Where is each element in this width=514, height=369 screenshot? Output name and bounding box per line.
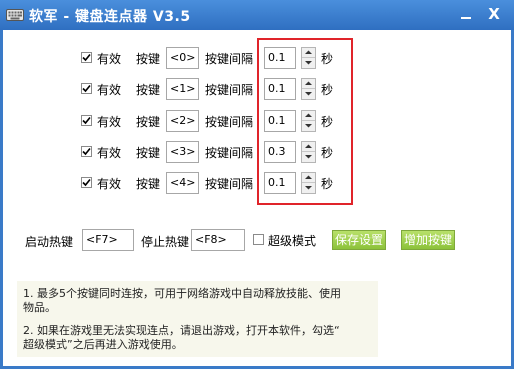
enabled-label: 有效 — [97, 177, 122, 191]
interval-label: 按键间隔 — [205, 83, 254, 97]
add-key-button[interactable]: 增加按键 — [401, 230, 455, 250]
arrow-up-icon — [305, 113, 312, 117]
arrow-down-icon — [305, 92, 312, 96]
key-field[interactable]: <3> — [166, 141, 199, 163]
interval-spinner[interactable] — [301, 172, 316, 194]
interval-field[interactable]: 0.1 — [264, 110, 296, 132]
check-icon — [82, 147, 91, 156]
enabled-checkbox[interactable] — [81, 177, 92, 188]
key-field[interactable]: <0> — [166, 47, 199, 69]
stop-hotkey-field[interactable]: <F8> — [191, 229, 245, 251]
interval-field[interactable]: 0.1 — [264, 172, 296, 194]
info-line-2: 物品。 — [23, 301, 56, 314]
arrow-down-icon — [305, 155, 312, 159]
minimize-icon — [461, 17, 471, 19]
info-panel: 1. 最多5个按键同时连按，可用于网络游戏中自动释放技能、使用 物品。 2. 如… — [17, 281, 378, 357]
arrow-down-icon — [305, 124, 312, 128]
spinner-down-button[interactable] — [302, 152, 315, 162]
arrow-up-icon — [305, 81, 312, 85]
interval-unit: 秒 — [321, 52, 334, 66]
interval-spinner[interactable] — [301, 141, 316, 163]
start-hotkey-label: 启动热键 — [25, 235, 74, 249]
key-field[interactable]: <1> — [166, 78, 199, 100]
info-line-4: 超级模式”之后再进入游戏使用。 — [23, 338, 183, 351]
enabled-checkbox[interactable] — [81, 83, 92, 94]
stop-hotkey-label: 停止热键 — [141, 235, 190, 249]
keyboard-icon — [6, 7, 24, 22]
spinner-down-button[interactable] — [302, 89, 315, 99]
super-mode-checkbox[interactable] — [253, 234, 264, 245]
interval-spinner[interactable] — [301, 78, 316, 100]
spinner-down-button[interactable] — [302, 58, 315, 68]
enabled-checkbox[interactable] — [81, 52, 92, 63]
minimize-button[interactable] — [456, 5, 476, 23]
interval-label: 按键间隔 — [205, 115, 254, 129]
arrow-up-icon — [305, 50, 312, 54]
close-button[interactable]: X — [484, 5, 504, 23]
enabled-label: 有效 — [97, 83, 122, 97]
app-window: 软军 - 键盘连点器 V3.5 X 有效 按键 <0> 按键间隔 0.1 秒有效 按键 <1>… — [0, 0, 514, 369]
interval-unit: 秒 — [321, 115, 334, 129]
check-icon — [82, 178, 91, 187]
enabled-label: 有效 — [97, 115, 122, 129]
window-title: 软军 - 键盘连点器 V3.5 — [29, 9, 191, 25]
spinner-up-button[interactable] — [302, 142, 315, 152]
arrow-up-icon — [305, 175, 312, 179]
check-icon — [82, 53, 91, 62]
save-settings-button[interactable]: 保存设置 — [332, 230, 386, 250]
check-icon — [82, 84, 91, 93]
key-label: 按键 — [136, 52, 161, 66]
interval-unit: 秒 — [321, 83, 334, 97]
spinner-up-button[interactable] — [302, 79, 315, 89]
spinner-up-button[interactable] — [302, 173, 315, 183]
key-label: 按键 — [136, 146, 161, 160]
enabled-label: 有效 — [97, 146, 122, 160]
key-field[interactable]: <2> — [166, 110, 199, 132]
title-bar[interactable]: 软军 - 键盘连点器 V3.5 X — [0, 0, 514, 30]
enabled-checkbox[interactable] — [81, 146, 92, 157]
info-line-1: 1. 最多5个按键同时连按，可用于网络游戏中自动释放技能、使用 — [23, 287, 341, 300]
main-panel: 有效 按键 <0> 按键间隔 0.1 秒有效 按键 <1> 按键间隔 0.1 秒有效 按键 <2> 按键间… — [3, 30, 511, 366]
spinner-down-button[interactable] — [302, 183, 315, 193]
interval-unit: 秒 — [321, 177, 334, 191]
arrow-down-icon — [305, 61, 312, 65]
arrow-up-icon — [305, 144, 312, 148]
arrow-down-icon — [305, 186, 312, 190]
interval-field[interactable]: 0.1 — [264, 47, 296, 69]
super-mode-label: 超级模式 — [268, 234, 317, 248]
interval-field[interactable]: 0.1 — [264, 78, 296, 100]
key-field[interactable]: <4> — [166, 172, 199, 194]
interval-label: 按键间隔 — [205, 146, 254, 160]
interval-field[interactable]: 0.3 — [264, 141, 296, 163]
interval-label: 按键间隔 — [205, 177, 254, 191]
spinner-up-button[interactable] — [302, 48, 315, 58]
interval-spinner[interactable] — [301, 110, 316, 132]
key-label: 按键 — [136, 115, 161, 129]
enabled-checkbox[interactable] — [81, 115, 92, 126]
key-label: 按键 — [136, 83, 161, 97]
interval-label: 按键间隔 — [205, 52, 254, 66]
enabled-label: 有效 — [97, 52, 122, 66]
check-icon — [82, 116, 91, 125]
spinner-down-button[interactable] — [302, 121, 315, 131]
interval-spinner[interactable] — [301, 47, 316, 69]
key-label: 按键 — [136, 177, 161, 191]
spinner-up-button[interactable] — [302, 111, 315, 121]
start-hotkey-field[interactable]: <F7> — [82, 229, 134, 251]
interval-unit: 秒 — [321, 146, 334, 160]
